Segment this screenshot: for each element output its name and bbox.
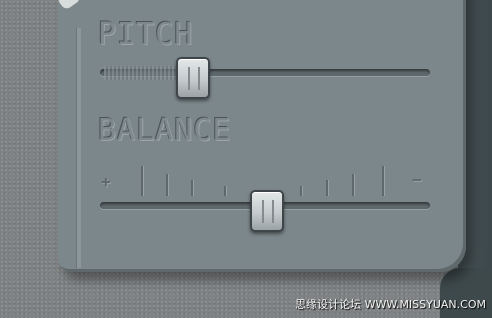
pitch-slider-thumb[interactable] xyxy=(176,57,210,99)
balance-slider-thumb[interactable] xyxy=(250,190,284,232)
balance-right-symbol: − xyxy=(412,170,422,189)
balance-tick xyxy=(224,186,226,196)
watermark: 思缘设计论坛 WWW.MISSYUAN.COM xyxy=(295,298,486,311)
balance-tick xyxy=(166,174,168,196)
grip-icon xyxy=(188,67,200,90)
balance-tick xyxy=(300,186,302,196)
balance-tick xyxy=(352,174,354,196)
panel-groove xyxy=(76,28,81,268)
balance-left-symbol: + xyxy=(101,172,111,191)
pitch-label: PITCH xyxy=(98,17,194,52)
balance-tick xyxy=(326,180,328,196)
balance-tick xyxy=(191,180,193,196)
grip-icon xyxy=(262,200,274,223)
pitch-slider-fill xyxy=(104,66,176,80)
balance-tick xyxy=(141,166,143,196)
balance-label: BALANCE xyxy=(98,113,232,148)
balance-tick xyxy=(382,166,384,196)
